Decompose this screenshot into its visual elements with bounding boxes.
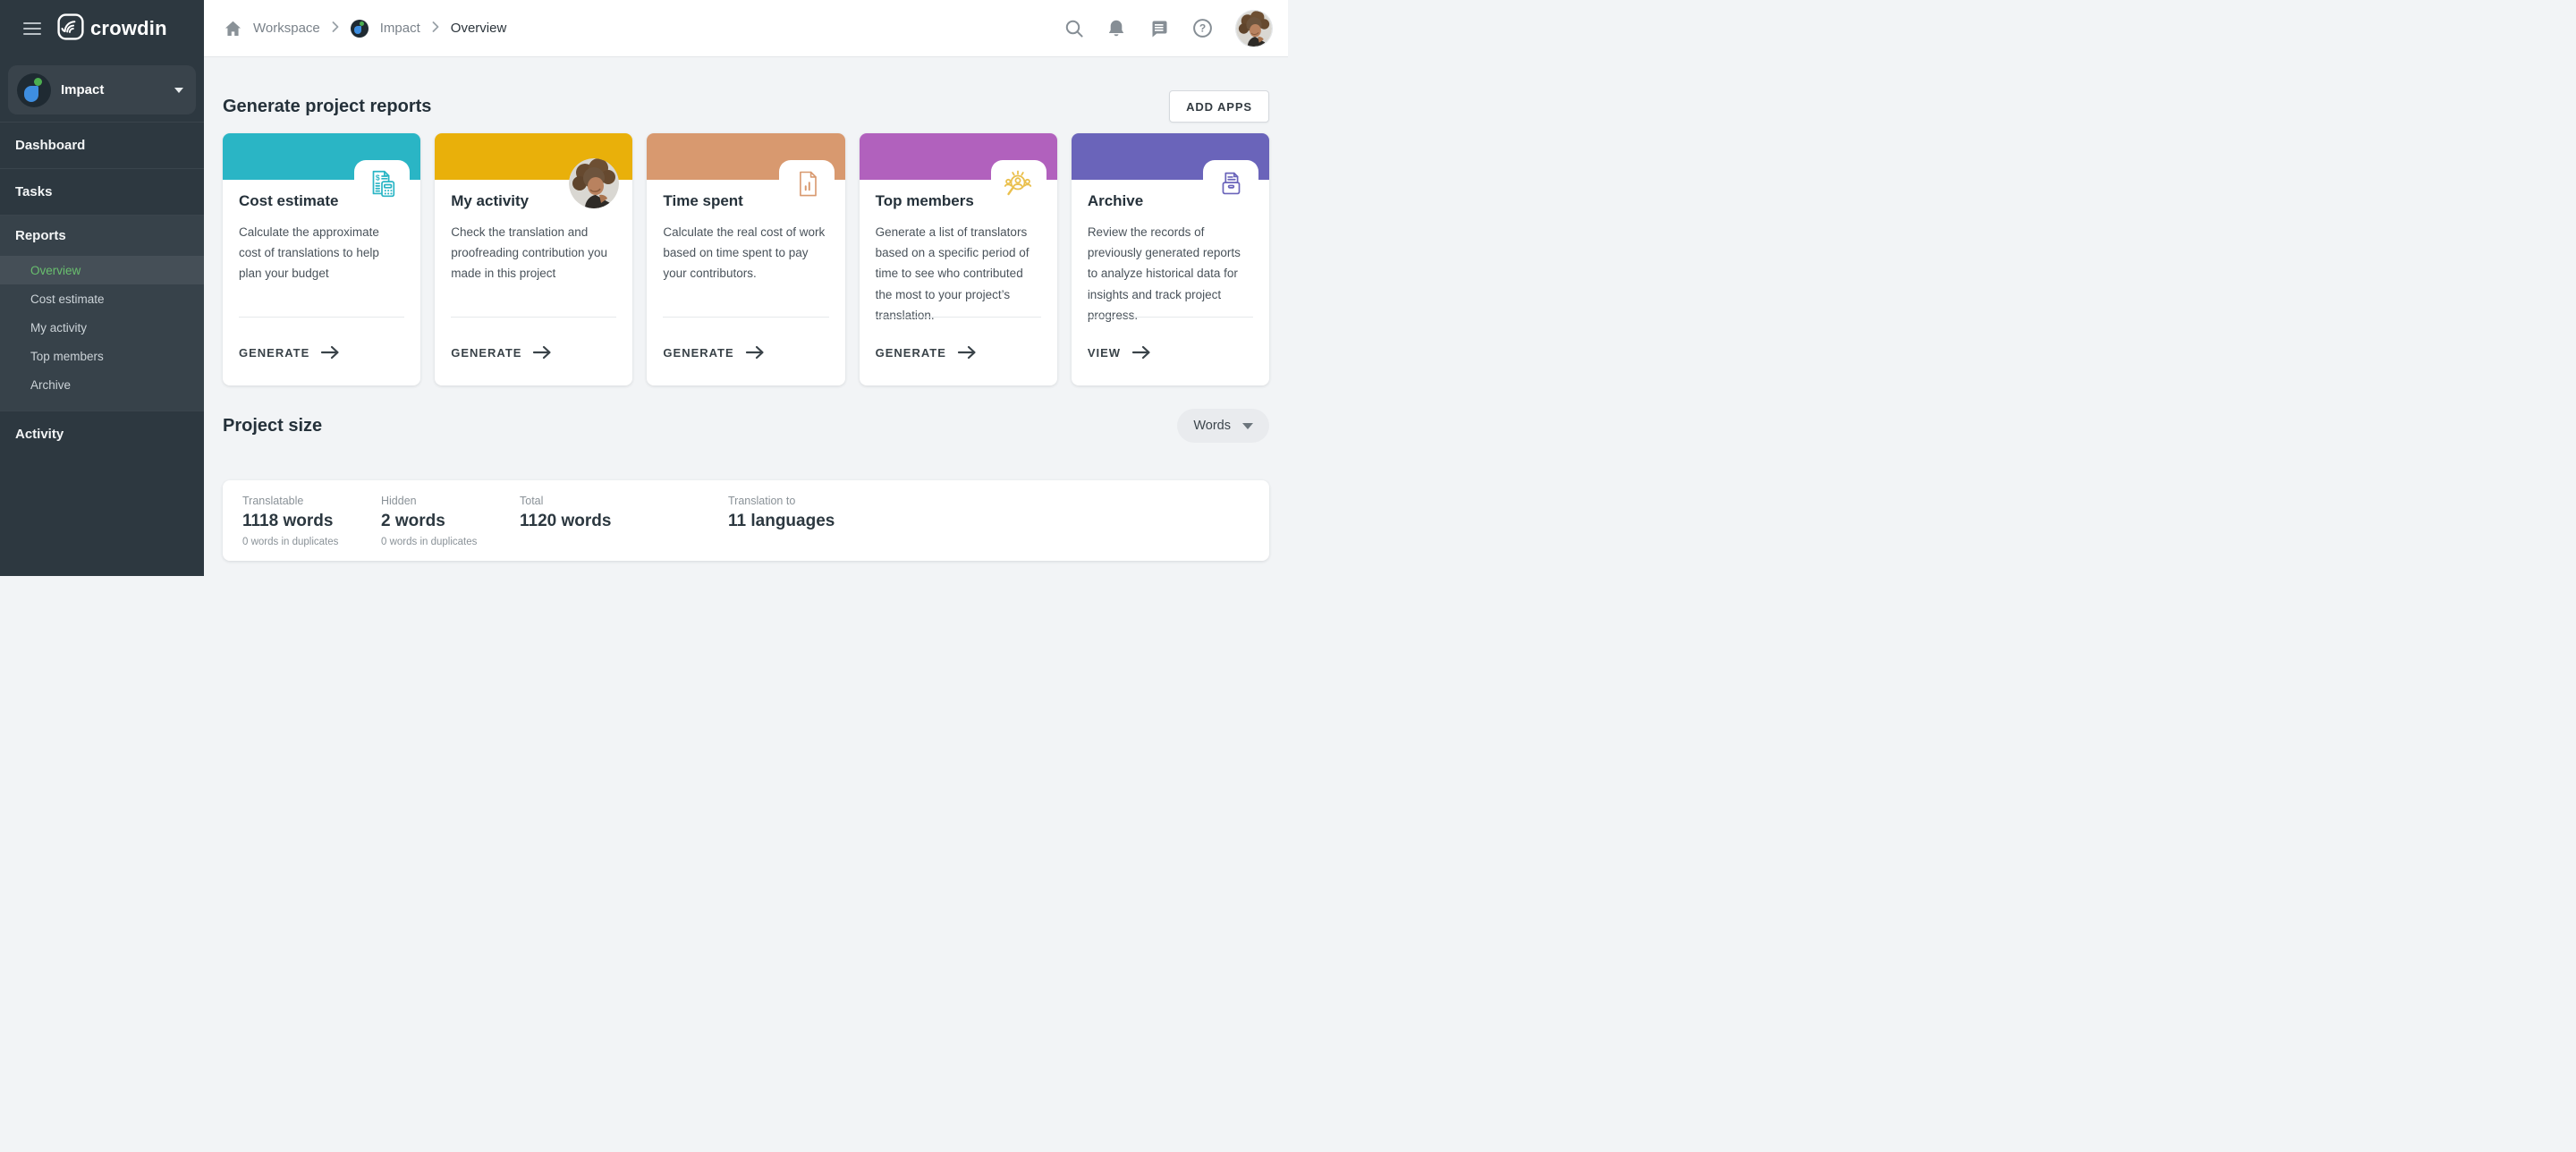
project-size-stats: Translatable 1118 words 0 words in dupli… bbox=[223, 480, 1269, 561]
sidebar-item-dashboard[interactable]: Dashboard bbox=[0, 122, 204, 168]
arrow-right-icon bbox=[745, 345, 765, 360]
main-content: Generate project reports ADD APPS $ bbox=[204, 58, 1288, 576]
view-archive-link[interactable]: VIEW bbox=[1088, 345, 1151, 360]
arrow-right-icon bbox=[532, 345, 552, 360]
divider bbox=[663, 317, 828, 318]
chevron-down-icon bbox=[1242, 423, 1253, 429]
notifications-bell-icon[interactable] bbox=[1107, 19, 1125, 38]
svg-text:$: $ bbox=[376, 173, 380, 182]
svg-text:?: ? bbox=[1199, 22, 1206, 35]
sidebar-item-reports-archive[interactable]: Archive bbox=[0, 370, 204, 399]
user-avatar-photo bbox=[569, 158, 619, 208]
sidebar: crowdin Impact Dashboard Tasks Reports O… bbox=[0, 0, 204, 576]
generate-time-spent-link[interactable]: GENERATE bbox=[663, 345, 764, 360]
divider bbox=[239, 317, 404, 318]
card-top-members[interactable]: Top members Generate a list of translato… bbox=[860, 133, 1057, 385]
stat-translatable: Translatable 1118 words 0 words in dupli… bbox=[242, 495, 381, 546]
sidebar-item-reports-cost-estimate[interactable]: Cost estimate bbox=[0, 284, 204, 313]
divider bbox=[1088, 317, 1253, 318]
stat-value: 1118 words bbox=[242, 512, 381, 531]
divider bbox=[451, 317, 616, 318]
invoice-calculator-icon: $ bbox=[365, 167, 399, 206]
breadcrumb-workspace[interactable]: Workspace bbox=[253, 21, 320, 36]
generate-my-activity-link[interactable]: GENERATE bbox=[451, 345, 552, 360]
action-label: VIEW bbox=[1088, 346, 1121, 360]
crowdin-logo[interactable]: crowdin bbox=[57, 13, 167, 45]
help-icon[interactable]: ? bbox=[1192, 18, 1213, 38]
sidebar-item-reports-overview[interactable]: Overview bbox=[0, 256, 204, 284]
card-archive[interactable]: Archive Review the records of previously… bbox=[1072, 133, 1269, 385]
search-icon[interactable] bbox=[1064, 19, 1084, 38]
arrow-right-icon bbox=[1131, 345, 1151, 360]
add-apps-button[interactable]: ADD APPS bbox=[1169, 90, 1269, 123]
stat-value: 2 words bbox=[381, 512, 520, 531]
sidebar-section-reports: Reports Overview Cost estimate My activi… bbox=[0, 215, 204, 411]
card-description: Calculate the real cost of work based on… bbox=[663, 222, 828, 284]
action-label: GENERATE bbox=[876, 346, 946, 360]
sidebar-menu: Dashboard Tasks Reports Overview Cost es… bbox=[0, 122, 204, 457]
generate-top-members-link[interactable]: GENERATE bbox=[876, 345, 977, 360]
sidebar-item-reports[interactable]: Reports bbox=[0, 216, 204, 256]
user-avatar[interactable] bbox=[1236, 11, 1272, 47]
action-label: GENERATE bbox=[663, 346, 733, 360]
project-size-title: Project size bbox=[223, 416, 322, 436]
stat-label: Translation to bbox=[728, 495, 835, 507]
messages-icon[interactable] bbox=[1148, 19, 1169, 38]
members-search-icon bbox=[1000, 167, 1036, 208]
action-label: GENERATE bbox=[239, 346, 309, 360]
chevron-right-icon bbox=[432, 21, 439, 36]
card-description: Calculate the approximate cost of transl… bbox=[239, 222, 404, 284]
arrow-right-icon bbox=[957, 345, 977, 360]
stat-value: 1120 words bbox=[520, 512, 728, 531]
page-header: Generate project reports ADD APPS bbox=[223, 87, 1269, 126]
project-name: Impact bbox=[61, 82, 174, 97]
arrow-right-icon bbox=[320, 345, 340, 360]
hamburger-menu-icon[interactable] bbox=[23, 19, 41, 38]
home-icon[interactable] bbox=[225, 21, 242, 37]
action-label: GENERATE bbox=[451, 346, 521, 360]
breadcrumb-project[interactable]: Impact bbox=[380, 21, 420, 36]
stat-label: Translatable bbox=[242, 495, 381, 507]
topbar-icons: ? bbox=[1064, 11, 1272, 47]
stat-translation-to: Translation to 11 languages bbox=[728, 495, 835, 546]
chevron-down-icon bbox=[174, 88, 183, 93]
stat-label: Hidden bbox=[381, 495, 520, 507]
divider bbox=[876, 317, 1041, 318]
project-selector[interactable]: Impact bbox=[8, 65, 196, 114]
stat-label: Total bbox=[520, 495, 728, 507]
sidebar-item-reports-my-activity[interactable]: My activity bbox=[0, 313, 204, 342]
card-description: Check the translation and proofreading c… bbox=[451, 222, 616, 284]
brand-row: crowdin bbox=[0, 0, 204, 57]
stat-note: 0 words in duplicates bbox=[242, 537, 381, 547]
stat-total: Total 1120 words bbox=[520, 495, 728, 546]
card-description: Generate a list of translators based on … bbox=[876, 222, 1041, 326]
breadcrumb-current-page: Overview bbox=[451, 21, 507, 36]
report-cards: $ Cost estimate Calculate the approximat… bbox=[223, 133, 1269, 385]
card-description: Review the records of previously generat… bbox=[1088, 222, 1253, 326]
stat-value: 11 languages bbox=[728, 512, 835, 531]
topbar: Workspace Impact Overview ? bbox=[204, 0, 1288, 57]
sidebar-item-reports-top-members[interactable]: Top members bbox=[0, 342, 204, 370]
card-time-spent[interactable]: Time spent Calculate the real cost of wo… bbox=[647, 133, 844, 385]
chevron-right-icon bbox=[332, 21, 339, 36]
unit-selector-value: Words bbox=[1193, 419, 1231, 433]
card-my-activity[interactable]: My activity Check the translation and pr… bbox=[435, 133, 632, 385]
breadcrumb: Workspace Impact Overview bbox=[225, 20, 506, 38]
time-report-icon bbox=[792, 167, 824, 206]
stat-hidden: Hidden 2 words 0 words in duplicates bbox=[381, 495, 520, 546]
sidebar-item-tasks[interactable]: Tasks bbox=[0, 168, 204, 215]
card-cost-estimate[interactable]: $ Cost estimate Calculate the approximat… bbox=[223, 133, 420, 385]
stat-note: 0 words in duplicates bbox=[381, 537, 520, 547]
project-size-header: Project size Words bbox=[223, 409, 1269, 443]
unit-selector-dropdown[interactable]: Words bbox=[1177, 409, 1269, 443]
breadcrumb-project-avatar bbox=[351, 20, 369, 38]
project-avatar bbox=[17, 73, 51, 107]
brand-wordmark: crowdin bbox=[90, 17, 167, 40]
page-title: Generate project reports bbox=[223, 97, 431, 117]
archive-box-icon bbox=[1214, 167, 1248, 206]
crowdin-logo-icon bbox=[57, 13, 84, 45]
sidebar-item-activity[interactable]: Activity bbox=[0, 411, 204, 457]
generate-cost-estimate-link[interactable]: GENERATE bbox=[239, 345, 340, 360]
